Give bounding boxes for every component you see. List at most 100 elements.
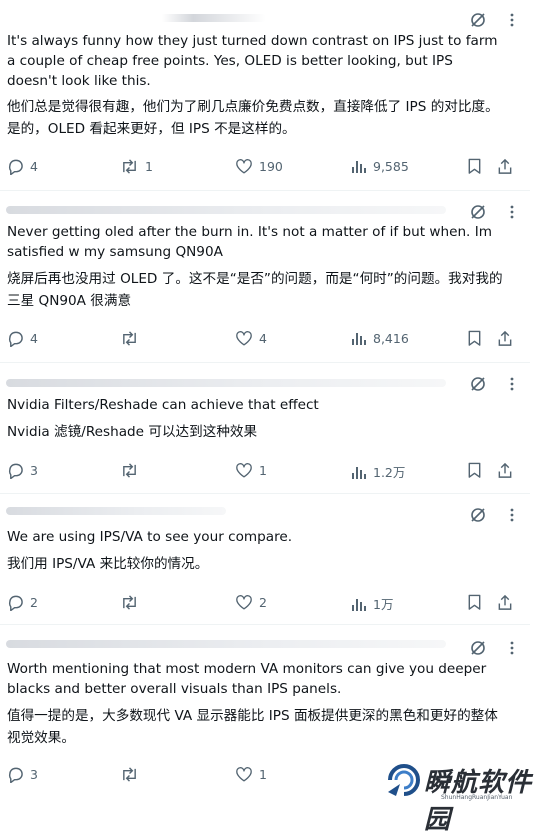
reply-button[interactable]: 4 xyxy=(7,330,38,347)
bookmark-icon xyxy=(467,594,482,611)
tweet-actions: 4 1 190 9,585 xyxy=(7,158,520,178)
bookmark-button[interactable] xyxy=(467,158,482,175)
like-icon xyxy=(235,766,253,783)
views-count: 1.2万 xyxy=(373,465,406,480)
tweet-text-english: Nvidia Filters/Reshade can achieve that … xyxy=(7,397,319,413)
reply-button[interactable]: 3 xyxy=(7,462,38,479)
bookmark-button[interactable] xyxy=(467,330,482,347)
views-button[interactable]: 8,416 xyxy=(351,330,409,346)
blurred-author-line xyxy=(6,206,446,214)
blurred-author-line xyxy=(6,640,446,648)
like-button[interactable]: 1 xyxy=(235,462,267,479)
grok-icon[interactable] xyxy=(470,12,486,28)
like-button[interactable]: 4 xyxy=(235,330,267,347)
grok-icon[interactable] xyxy=(470,507,486,523)
share-icon xyxy=(497,158,513,175)
reply-count: 2 xyxy=(30,595,38,610)
tweet-actions: 3 1 1.2万 xyxy=(7,462,520,482)
tweet-text-chinese: Nvidia 滤镜/Reshade 可以达到这种效果 xyxy=(7,424,258,440)
like-icon xyxy=(235,158,253,175)
views-button[interactable]: 9,585 xyxy=(351,158,409,174)
like-button[interactable]: 2 xyxy=(235,594,267,611)
reply-icon xyxy=(7,158,24,175)
watermark-subtitle: ShunHangRuanJianYuan xyxy=(441,794,513,801)
views-button[interactable]: 1万 xyxy=(351,594,393,613)
grok-icon[interactable] xyxy=(470,204,486,220)
repost-button[interactable] xyxy=(120,330,139,347)
tweet-actions: 4 4 8,416 xyxy=(7,330,520,350)
reply-tweet-3[interactable]: Nvidia Filters/Reshade can achieve that … xyxy=(0,362,530,494)
repost-button[interactable]: 1 xyxy=(120,158,153,175)
like-count: 1 xyxy=(259,767,267,782)
more-icon[interactable] xyxy=(504,204,520,220)
views-icon xyxy=(351,596,367,612)
repost-icon xyxy=(120,766,139,783)
share-button[interactable] xyxy=(497,462,513,479)
reply-button[interactable]: 3 xyxy=(7,766,38,783)
grok-icon[interactable] xyxy=(470,640,486,656)
like-icon xyxy=(235,462,253,479)
repost-button[interactable] xyxy=(120,462,139,479)
tweet-actions: 2 2 1万 xyxy=(7,594,520,614)
views-count: 1万 xyxy=(373,597,394,612)
views-icon xyxy=(351,464,367,480)
more-icon[interactable] xyxy=(504,640,520,656)
more-icon[interactable] xyxy=(504,507,520,523)
like-count: 1 xyxy=(259,463,267,478)
reply-tweet-1[interactable]: It's always funny how they just turned d… xyxy=(0,0,530,191)
like-button[interactable]: 1 xyxy=(235,766,267,783)
share-icon xyxy=(497,462,513,479)
share-button[interactable] xyxy=(497,330,513,347)
reply-count: 4 xyxy=(30,159,38,174)
reply-icon xyxy=(7,594,24,611)
views-count: 8,416 xyxy=(373,330,409,346)
share-icon xyxy=(497,594,513,611)
reply-icon xyxy=(7,330,24,347)
like-icon xyxy=(235,330,253,347)
grok-icon[interactable] xyxy=(470,376,486,392)
repost-button[interactable] xyxy=(120,766,139,783)
bookmark-icon xyxy=(467,330,482,347)
bookmark-icon xyxy=(467,462,482,479)
views-icon xyxy=(351,330,367,346)
blurred-author-line xyxy=(6,379,446,387)
tweet-text-english: Worth mentioning that most modern VA mon… xyxy=(7,661,487,697)
share-button[interactable] xyxy=(497,594,513,611)
reply-tweet-2[interactable]: Never getting oled after the burn in. It… xyxy=(0,190,530,363)
tweet-text-chinese: 他们总是觉得很有趣，他们为了刷几点廉价免费点数，直接降低了 IPS 的对比度。是… xyxy=(7,99,499,137)
bookmark-icon xyxy=(467,158,482,175)
repost-button[interactable] xyxy=(120,594,139,611)
repost-icon xyxy=(120,330,139,347)
like-count: 2 xyxy=(259,595,267,610)
watermark-logo: 瞬航软件园 ShunHangRuanJianYuan xyxy=(386,760,536,835)
reply-count: 4 xyxy=(30,331,38,346)
reply-button[interactable]: 4 xyxy=(7,158,38,175)
views-button[interactable]: 1.2万 xyxy=(351,462,405,481)
blurred-author-line xyxy=(6,14,266,22)
tweet-text-english: It's always funny how they just turned d… xyxy=(7,33,498,89)
repost-icon xyxy=(120,158,139,175)
reply-count: 3 xyxy=(30,767,38,782)
reply-icon xyxy=(7,766,24,783)
tweet-text-chinese: 值得一提的是，大多数现代 VA 显示器能比 IPS 面板提供更深的黑色和更好的整… xyxy=(7,708,498,746)
more-icon[interactable] xyxy=(504,376,520,392)
watermark-emblem-icon xyxy=(388,764,420,796)
blurred-author-line xyxy=(6,507,226,515)
reply-tweet-4[interactable]: We are using IPS/VA to see your compare.… xyxy=(0,493,530,625)
views-icon xyxy=(351,158,367,174)
reply-icon xyxy=(7,462,24,479)
share-icon xyxy=(497,330,513,347)
repost-count: 1 xyxy=(145,159,153,174)
tweet-text-english: Never getting oled after the burn in. It… xyxy=(7,224,492,260)
bookmark-button[interactable] xyxy=(467,462,482,479)
tweet-text-chinese: 烧屏后再也没用过 OLED 了。这不是“是否”的问题，而是“何时”的问题。我对我… xyxy=(7,271,503,309)
bookmark-button[interactable] xyxy=(467,594,482,611)
repost-icon xyxy=(120,462,139,479)
tweet-text-chinese: 我们用 IPS/VA 来比较你的情况。 xyxy=(7,556,209,572)
reply-button[interactable]: 2 xyxy=(7,594,38,611)
share-button[interactable] xyxy=(497,158,513,175)
more-icon[interactable] xyxy=(504,12,520,28)
like-button[interactable]: 190 xyxy=(235,158,283,175)
like-count: 190 xyxy=(259,159,283,174)
views-count: 9,585 xyxy=(373,158,409,174)
